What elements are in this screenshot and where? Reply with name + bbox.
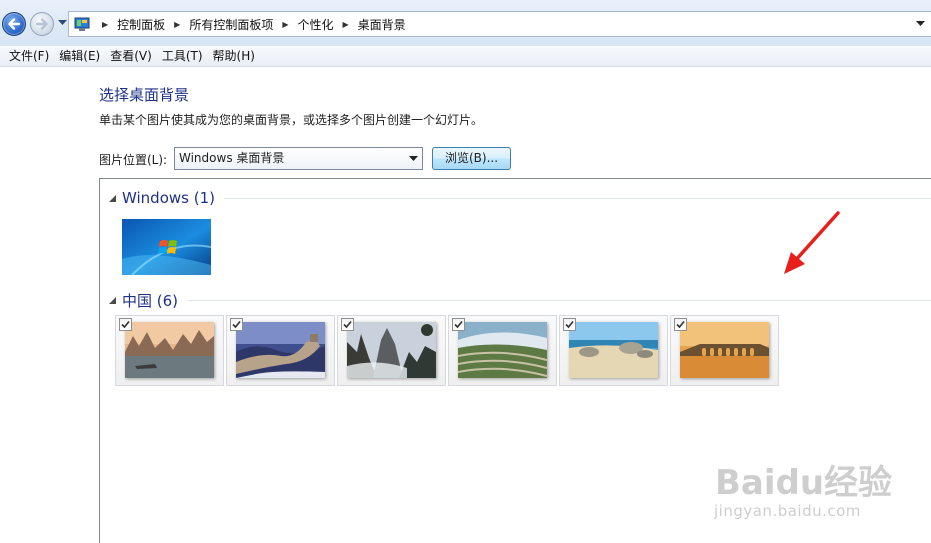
- windows-wallpaper-image: [122, 219, 212, 276]
- forward-button[interactable]: [30, 12, 54, 36]
- wallpaper-thumb-windows[interactable]: [122, 219, 212, 276]
- karst-river-image: [125, 322, 214, 378]
- checkmark-icon: [676, 320, 685, 329]
- browse-button[interactable]: 浏览(B)...: [432, 147, 511, 170]
- address-dropdown-icon[interactable]: [916, 21, 925, 27]
- forward-arrow-icon: [35, 18, 48, 30]
- baidu-watermark: Baidu经验 jingyan.baidu.com: [708, 455, 928, 535]
- picture-location-value: Windows 桌面背景: [179, 151, 285, 165]
- wallpaper-tile-beach-rocks[interactable]: [559, 315, 668, 386]
- menu-bar: 文件(F) 编辑(E) 查看(V) 工具(T) 帮助(H): [0, 46, 931, 67]
- breadcrumb-separator-icon[interactable]: ▶: [102, 20, 108, 29]
- checkbox-rice-terraces[interactable]: [452, 318, 465, 331]
- back-arrow-icon: [8, 18, 21, 30]
- back-button[interactable]: [2, 12, 26, 36]
- recent-pages-chevron-icon[interactable]: [58, 20, 67, 26]
- breadcrumb-separator-icon[interactable]: ▶: [343, 20, 349, 29]
- watermark-brand: Baidu经验: [715, 463, 893, 503]
- group-header-china[interactable]: 中国 (6): [100, 290, 931, 311]
- wallpaper-tile-karst-river[interactable]: [115, 315, 224, 386]
- address-toolbar: ▶ 控制面板 ▶ 所有控制面板项 ▶ 个性化 ▶ 桌面背景: [0, 0, 931, 46]
- seventeen-arch-bridge-image: [680, 322, 769, 378]
- group-divider: [223, 197, 931, 199]
- yellow-mountain-image: [347, 322, 436, 378]
- instruction-text: 单击某个图片使其成为您的桌面背景，或选择多个图片创建一个幻灯片。: [99, 113, 484, 127]
- great-wall-image: [236, 322, 325, 378]
- wallpaper-tile-seventeen-arch-bridge[interactable]: [670, 315, 779, 386]
- checkmark-icon: [121, 320, 130, 329]
- checkbox-beach-rocks[interactable]: [563, 318, 576, 331]
- group-name-windows: Windows (1): [122, 189, 215, 207]
- checkmark-icon: [232, 320, 241, 329]
- control-panel-icon: [74, 17, 90, 31]
- chevron-down-icon: [409, 156, 418, 161]
- group-name-china: 中国 (6): [122, 292, 179, 310]
- address-bar[interactable]: ▶ 控制面板 ▶ 所有控制面板项 ▶ 个性化 ▶ 桌面背景: [68, 11, 931, 37]
- wallpaper-tile-yellow-mountain[interactable]: [337, 315, 446, 386]
- red-annotation-arrow-icon: [784, 211, 840, 274]
- menu-tools[interactable]: 工具(T): [157, 46, 208, 67]
- breadcrumb-personalization[interactable]: 个性化: [298, 16, 334, 33]
- rice-terraces-image: [458, 322, 547, 378]
- checkbox-great-wall[interactable]: [230, 318, 243, 331]
- checkbox-karst-river[interactable]: [119, 318, 132, 331]
- checkmark-icon: [454, 320, 463, 329]
- beach-rocks-image: [569, 322, 658, 378]
- picture-location-label: 图片位置(L):: [99, 153, 168, 167]
- breadcrumb-all-items[interactable]: 所有控制面板项: [189, 16, 273, 33]
- breadcrumb: ▶ 控制面板 ▶ 所有控制面板项 ▶ 个性化 ▶ 桌面背景: [97, 12, 406, 36]
- breadcrumb-separator-icon[interactable]: ▶: [282, 20, 288, 29]
- breadcrumb-control-panel[interactable]: 控制面板: [117, 16, 165, 33]
- breadcrumb-desktop-background[interactable]: 桌面背景: [358, 16, 406, 33]
- checkmark-icon: [565, 320, 574, 329]
- watermark-url: jingyan.baidu.com: [714, 502, 861, 520]
- checkbox-yellow-mountain[interactable]: [341, 318, 354, 331]
- breadcrumb-separator-icon[interactable]: ▶: [174, 20, 180, 29]
- collapse-triangle-icon[interactable]: [109, 194, 116, 202]
- menu-view[interactable]: 查看(V): [105, 46, 157, 67]
- wallpaper-tile-rice-terraces[interactable]: [448, 315, 557, 386]
- page-title: 选择桌面背景: [99, 86, 190, 104]
- menu-file[interactable]: 文件(F): [4, 46, 54, 67]
- collapse-triangle-icon[interactable]: [109, 297, 116, 304]
- wallpaper-tile-great-wall[interactable]: [226, 315, 335, 386]
- menu-help[interactable]: 帮助(H): [208, 46, 260, 67]
- group-divider: [187, 300, 931, 301]
- menu-edit[interactable]: 编辑(E): [54, 46, 105, 67]
- picture-location-select[interactable]: Windows 桌面背景: [174, 147, 423, 170]
- checkmark-icon: [343, 320, 352, 329]
- checkbox-seventeen-arch-bridge[interactable]: [674, 318, 687, 331]
- group-header-windows[interactable]: Windows (1): [100, 189, 931, 207]
